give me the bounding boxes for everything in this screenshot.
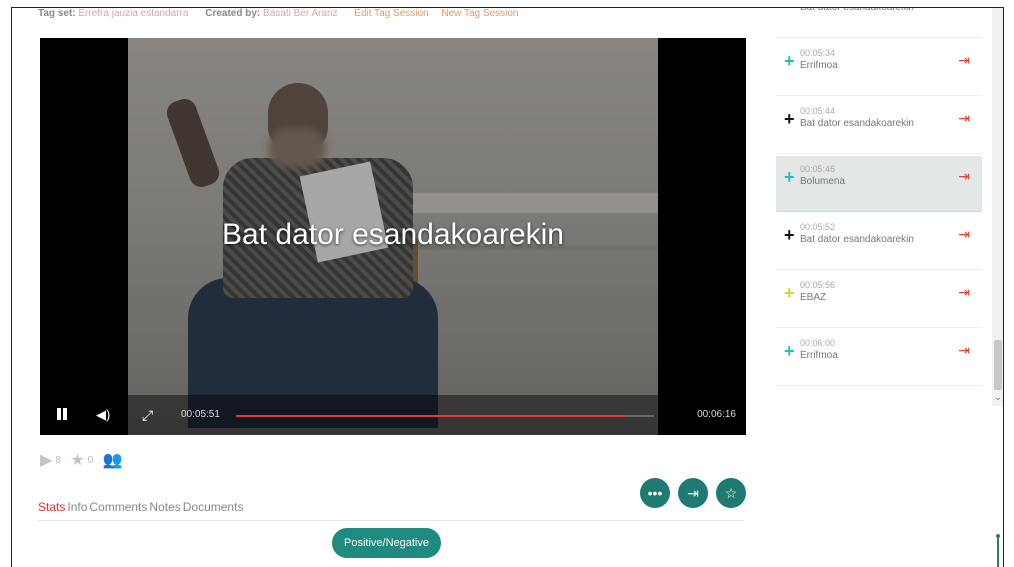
volume-icon[interactable]: ◀) — [96, 407, 110, 423]
video-stats: ▶ 8 ★ 0 👥 — [40, 450, 123, 469]
annotation-item[interactable]: +00:06:00 Errifmoa ⇥ — [776, 330, 982, 386]
annotation-time: 00:06:00 — [800, 338, 836, 348]
plus-icon: + — [784, 109, 795, 129]
pause-icon[interactable] — [56, 407, 68, 421]
tab-notes[interactable]: Notes — [149, 500, 180, 514]
jump-to-icon[interactable]: ⇥ — [958, 8, 970, 11]
annotation-item[interactable]: +00:05:28Bat dator esandakoarekin⇥ — [776, 7, 982, 38]
annotation-label: Bolumena — [800, 176, 846, 187]
video-caption: Bat dator esandakoarekin — [222, 218, 564, 251]
annotation-label: Errifmoa — [800, 350, 838, 361]
annotation-item[interactable]: +00:05:52 Bat dator esandakoarekin ⇥ — [776, 214, 982, 270]
jump-to-icon[interactable]: ⇥ — [958, 52, 970, 69]
video-controls: ◀) ⤢ 00:05:51 00:06:16 — [40, 395, 746, 435]
jump-to-icon[interactable]: ⇥ — [958, 284, 970, 301]
annotation-label: Bat dator esandakoarekin — [800, 118, 914, 129]
jump-to-icon[interactable]: ⇥ — [958, 226, 970, 243]
resize-handle[interactable] — [996, 534, 1000, 567]
annotation-item[interactable]: +00:05:46 Bolumena ⇥ — [776, 156, 982, 212]
created-by-label: Created by: — [205, 8, 261, 19]
edit-tag-session-link[interactable]: Edit Tag Session — [354, 8, 428, 19]
annotation-scrollbar[interactable]: ⌄ — [992, 8, 1003, 406]
more-button[interactable]: ••• — [640, 478, 670, 508]
jump-to-icon[interactable]: ⇥ — [958, 110, 970, 127]
progress-bar[interactable] — [236, 415, 654, 417]
annotation-time: 00:05:46 — [800, 164, 836, 174]
video-player[interactable]: Bat dator esandakoarekin ◀) ⤢ 00:05:51 0… — [40, 38, 746, 435]
annotation-time: 00:05:56 — [800, 280, 836, 290]
annotation-time: 00:05:44 — [800, 106, 836, 116]
detail-tabs: Stats Info Comments Notes Documents — [38, 500, 245, 514]
plus-icon: + — [784, 283, 795, 303]
plus-icon: + — [784, 167, 795, 187]
play-icon: ▶ — [40, 452, 53, 469]
tag-set-value: Errefra jauzia estandarra — [78, 8, 189, 19]
tag-set-label: Tag set: — [38, 8, 76, 19]
annotation-label: Errifmoa — [800, 60, 838, 71]
new-tag-session-link[interactable]: New Tag Session — [441, 8, 518, 19]
plus-icon: + — [784, 341, 795, 361]
tab-divider — [38, 520, 744, 521]
jump-to-icon[interactable]: ⇥ — [958, 342, 970, 359]
annotation-label: EBAZ — [800, 292, 827, 303]
plus-icon: + — [784, 8, 795, 12]
star-icon: ★ — [70, 452, 85, 469]
annotation-list: +00:05:28Bat dator esandakoarekin⇥+00:05… — [776, 8, 992, 567]
plus-icon: + — [784, 51, 795, 71]
annotation-time: 00:05:52 — [800, 222, 836, 232]
annotation-time: 00:05:34 — [800, 48, 836, 58]
app-frame: Tag set: Errefra jauzia estandarra Creat… — [11, 7, 1004, 567]
annotation-label: Bat dator esandakoarekin — [800, 234, 914, 245]
plus-icon: + — [784, 225, 795, 245]
tab-stats[interactable]: Stats — [38, 500, 65, 514]
tab-documents[interactable]: Documents — [183, 500, 244, 514]
progress-fill — [236, 415, 625, 417]
annotation-item[interactable]: +00:05:44 Bat dator esandakoarekin ⇥ — [776, 98, 982, 154]
current-time: 00:05:51 — [181, 409, 220, 420]
positive-negative-button[interactable]: Positive/Negative — [332, 528, 441, 558]
jump-to-icon[interactable]: ⇥ — [958, 168, 970, 185]
created-by-value: Basati Ber Aranz — [263, 8, 338, 19]
scroll-thumb[interactable] — [994, 340, 1002, 390]
annotation-item[interactable]: +00:05:34 Errifmoa ⇥ — [776, 40, 982, 96]
scroll-down-icon[interactable]: ⌄ — [993, 392, 1003, 403]
tab-comments[interactable]: Comments — [89, 500, 147, 514]
session-meta: Tag set: Errefra jauzia estandarra Creat… — [38, 8, 518, 22]
play-count: 8 — [55, 454, 61, 466]
favorite-count: 0 — [87, 454, 94, 466]
fullscreen-icon[interactable]: ⤢ — [142, 407, 153, 423]
enter-button[interactable]: ⇥ — [678, 478, 708, 508]
tab-info[interactable]: Info — [67, 500, 87, 514]
annotation-item[interactable]: +00:05:56 EBAZ ⇥ — [776, 272, 982, 328]
group-icon: 👥 — [102, 452, 123, 469]
duration: 00:06:16 — [697, 409, 736, 420]
favorite-button[interactable]: ☆ — [716, 478, 746, 508]
annotation-label: Bat dator esandakoarekin — [800, 7, 914, 13]
